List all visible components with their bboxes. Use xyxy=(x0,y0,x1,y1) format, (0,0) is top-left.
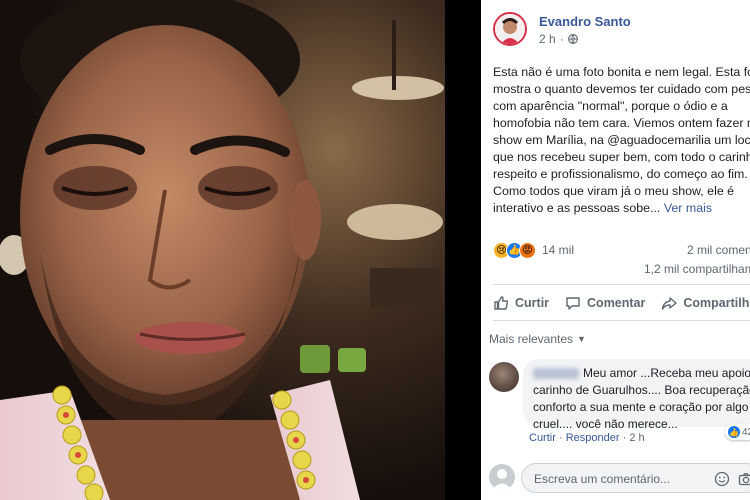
like-label: Curtir xyxy=(515,296,550,310)
comment-time[interactable]: 2 h xyxy=(629,432,644,444)
comment-like-count: 42 xyxy=(742,426,750,438)
user-silhouette-icon xyxy=(492,469,512,490)
comment-sort-label: Mais relevantes xyxy=(489,332,574,346)
reactions-summary[interactable]: 😢 👍 😡 14 mil xyxy=(493,241,574,259)
see-more-link[interactable]: Ver mais xyxy=(664,201,712,215)
commenter-name-blurred[interactable] xyxy=(533,368,579,380)
comment-meta: Curtir · Responder · 2 h xyxy=(529,432,645,444)
like-button[interactable]: Curtir xyxy=(493,295,549,311)
author-avatar[interactable] xyxy=(493,12,527,46)
post-text-line-last: interativo e as pessoas sobe... Ver mais xyxy=(493,200,750,217)
post-text-line: respeito e profissionalismo, do começo a… xyxy=(493,167,748,181)
dot-separator: · xyxy=(558,432,563,444)
commenter-avatar[interactable] xyxy=(489,362,519,392)
share-arrow-icon xyxy=(662,297,678,310)
post-header: Evandro Santo 2 h · xyxy=(493,12,750,52)
shares-count[interactable]: 1,2 mil compartilhamentos xyxy=(644,262,750,276)
emoji-icon[interactable] xyxy=(714,471,730,487)
post-text-line: show em Marília, na @aguadocemarilia um … xyxy=(493,133,750,147)
current-user-avatar xyxy=(489,464,515,490)
photo-gutter xyxy=(445,0,481,500)
comment-composer[interactable] xyxy=(521,463,750,493)
dot-separator: · xyxy=(622,432,627,444)
share-label: Compartilhar xyxy=(683,296,750,310)
author-name[interactable]: Evandro Santo xyxy=(539,14,631,29)
angry-reaction-icon: 😡 xyxy=(519,241,536,259)
comment-bubble: Meu amor ...Receba meu apoio e carinho d… xyxy=(523,359,750,431)
comment-text: Meu amor ...Receba meu apoio e carinho d… xyxy=(533,365,750,433)
post-time[interactable]: 2 h xyxy=(539,32,556,46)
speech-bubble-icon xyxy=(566,297,580,310)
comments-count[interactable]: 2 mil comentários xyxy=(687,243,750,257)
selfie-photo xyxy=(0,0,445,500)
divider xyxy=(493,284,750,285)
author-avatar-image xyxy=(495,14,525,44)
dot-separator: · xyxy=(559,32,564,46)
divider xyxy=(493,320,750,321)
post-text: Esta não é uma foto bonita e nem legal. … xyxy=(493,64,750,217)
comment-first-line: Meu amor ...Receba meu apoio e xyxy=(533,365,750,382)
post-text-line: que nos recebeu super bem, com todo o ca… xyxy=(493,150,750,164)
post-text-line: mostra o quanto devemos ter cuidado com … xyxy=(493,82,750,96)
caret-down-icon: ▼ xyxy=(577,334,586,344)
post-text-line: Esta não é uma foto bonita e nem legal. … xyxy=(493,65,750,79)
comment-text-line: conforto a sua mente e coração por algo … xyxy=(533,400,750,414)
share-button[interactable]: Compartilhar xyxy=(661,295,750,311)
comment-reply-link[interactable]: Responder xyxy=(566,432,620,444)
comment-button[interactable]: Comentar xyxy=(565,295,645,311)
comment-label: Comentar xyxy=(587,296,646,310)
camera-icon[interactable] xyxy=(738,471,750,487)
post-text-line: com aparência "normal", porque o ódio e … xyxy=(493,99,728,113)
post-photo[interactable] xyxy=(0,0,445,500)
post-meta: 2 h · xyxy=(539,32,578,46)
thumbs-up-icon: 👍 xyxy=(728,426,740,438)
reactions-count: 14 mil xyxy=(542,243,575,257)
post-text-line: Como todos que viram já o meu show, ele … xyxy=(493,184,735,198)
post-actions: Curtir Comentar Compartilhar xyxy=(493,292,750,314)
post-sidebar: Evandro Santo 2 h · Esta não é uma foto … xyxy=(481,0,750,500)
comment-sort-dropdown[interactable]: Mais relevantes ▼ xyxy=(489,332,586,346)
post-text-line: homofobia não tem cara. Viemos ontem faz… xyxy=(493,116,750,130)
comment-like-badge[interactable]: 👍 42 xyxy=(725,424,750,440)
post-text-line: interativo e as pessoas sobe... xyxy=(493,201,661,215)
comment-text-line: Meu amor ...Receba meu apoio e xyxy=(583,366,750,380)
comment-input[interactable] xyxy=(534,472,704,486)
globe-icon xyxy=(567,34,578,44)
comment-text-line: carinho de Guarulhos.... Boa recuperação… xyxy=(533,383,750,397)
comment-like-link[interactable]: Curtir xyxy=(529,432,556,444)
comment-text-line: cruel.... você não merece... xyxy=(533,417,678,431)
thumbs-up-icon xyxy=(494,296,509,310)
